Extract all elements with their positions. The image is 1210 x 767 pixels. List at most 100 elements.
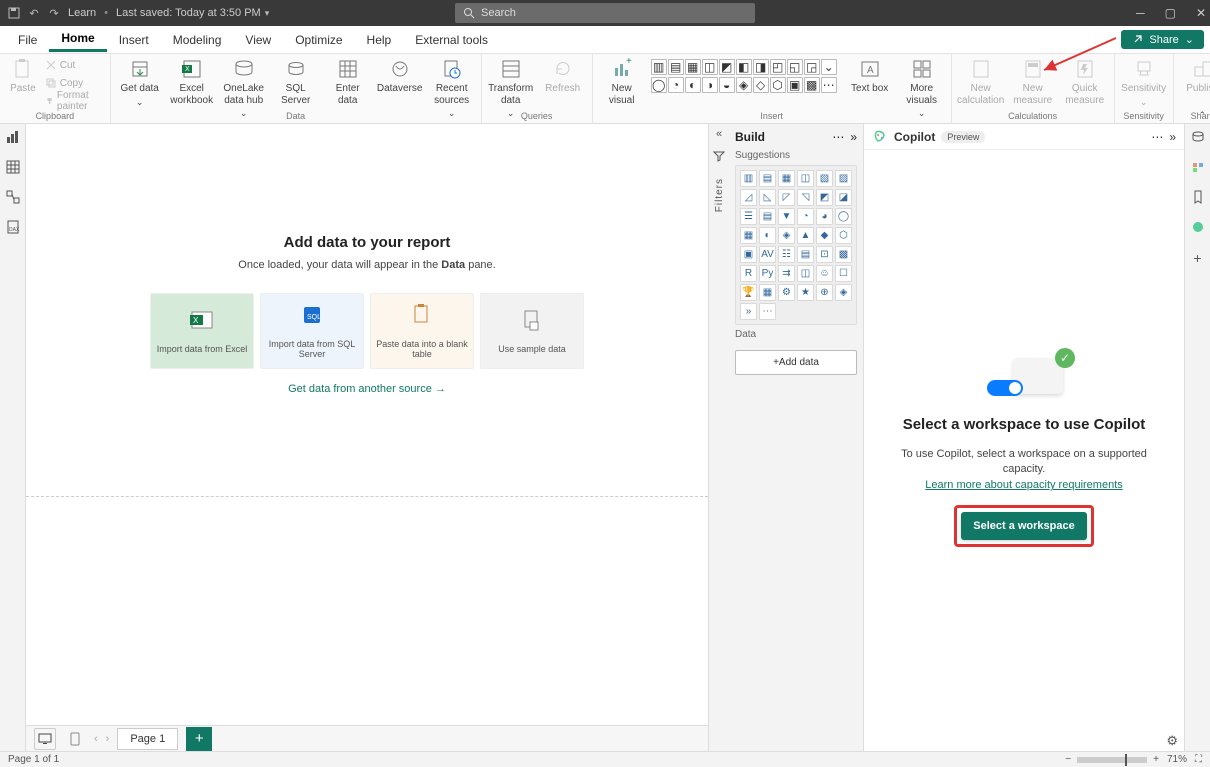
share-button[interactable]: Share ⌄ [1121, 30, 1204, 49]
view-rail: DAX [0, 124, 26, 751]
zoom-value: 71% [1167, 754, 1187, 765]
zoom-out-button[interactable]: − [1065, 754, 1071, 765]
fit-page-button[interactable]: ⛶ [1195, 754, 1202, 765]
filters-icon[interactable] [713, 150, 725, 162]
add-pane-icon[interactable]: + [1193, 250, 1201, 266]
filters-label[interactable]: Filters [714, 178, 725, 212]
bookmark-pane-icon[interactable] [1191, 190, 1205, 204]
model-view-icon[interactable] [6, 190, 20, 204]
expand-icon[interactable]: » [850, 130, 857, 144]
highlight-box: Select a workspace [954, 505, 1094, 547]
add-page-button[interactable]: + [186, 727, 212, 751]
more-icon[interactable]: ⋯ [1151, 130, 1163, 144]
menu-modeling[interactable]: Modeling [161, 29, 234, 51]
copilot-icon [872, 129, 888, 145]
viz-chart-icon[interactable]: ▥ [651, 59, 667, 75]
copilot-learn-link[interactable]: Learn more about capacity requirements [925, 479, 1123, 491]
more-icon[interactable]: ⋯ [832, 130, 844, 144]
last-saved-dropdown[interactable]: Last saved: Today at 3:50 PM [116, 7, 269, 19]
get-data-icon [127, 57, 153, 81]
select-workspace-button[interactable]: Select a workspace [961, 512, 1087, 540]
paste-icon [410, 303, 434, 327]
new-measure-button[interactable]: New measure [1010, 57, 1056, 106]
more-visuals-icon [909, 57, 935, 81]
new-calculation-button[interactable]: New calculation [958, 57, 1004, 106]
copilot-pane-icon[interactable] [1191, 220, 1205, 234]
sql-server-button[interactable]: SQL Server [273, 57, 319, 106]
gear-icon[interactable]: ⚙ [1166, 733, 1178, 749]
search-box[interactable]: Search [455, 3, 755, 23]
next-page-button[interactable]: › [106, 733, 110, 745]
copilot-heading: Select a workspace to use Copilot [903, 416, 1146, 433]
dax-view-icon[interactable]: DAX [6, 220, 20, 234]
transform-data-button[interactable]: Transform data⌄ [488, 57, 534, 118]
viz-col-chart-icon[interactable]: ▥ [740, 170, 757, 187]
card-import-sql[interactable]: SQL Import data from SQL Server [260, 293, 364, 369]
visual-gallery[interactable]: ▥▤▦◫◩◧◨◰◱◲⌄ ◯◔◐◑◒◈◇⬡▣▩⋯ [651, 57, 841, 94]
ribbon-label-insert: Insert [599, 111, 945, 123]
close-button[interactable]: ✕ [1196, 6, 1206, 20]
title-bar: ↶ ↷ Learn • Last saved: Today at 3:50 PM… [0, 0, 1210, 26]
card-import-excel[interactable]: X Import data from Excel [150, 293, 254, 369]
menu-bar: File Home Insert Modeling View Optimize … [0, 26, 1210, 54]
redo-icon[interactable]: ↷ [48, 7, 60, 19]
text-box-button[interactable]: AText box [847, 57, 893, 95]
copy-button[interactable]: Copy [46, 75, 104, 91]
recent-sources-button[interactable]: Recent sources⌄ [429, 57, 475, 118]
empty-state-subtitle: Once loaded, your data will appear in th… [26, 259, 708, 271]
zoom-in-button[interactable]: + [1153, 754, 1159, 765]
quick-measure-button[interactable]: Quick measure [1062, 57, 1108, 106]
copilot-description: To use Copilot, select a workspace on a … [884, 447, 1164, 478]
undo-icon[interactable]: ↶ [28, 7, 40, 19]
publish-button[interactable]: Publish [1180, 57, 1210, 95]
prev-page-button[interactable]: ‹ [94, 733, 98, 745]
collapse-ribbon-icon[interactable]: ⌃ [1198, 110, 1206, 121]
menu-optimize[interactable]: Optimize [283, 29, 354, 51]
another-source-link[interactable]: Get data from another source → [26, 383, 708, 395]
menu-insert[interactable]: Insert [107, 29, 161, 51]
sql-icon: SQL [300, 303, 324, 327]
card-sample-data[interactable]: Use sample data [480, 293, 584, 369]
menu-file[interactable]: File [6, 29, 49, 51]
minimize-button[interactable]: ─ [1136, 6, 1145, 20]
mobile-layout-button[interactable] [64, 728, 86, 750]
excel-workbook-button[interactable]: XExcel workbook [169, 57, 215, 106]
copy-icon [46, 78, 56, 88]
maximize-button[interactable]: ▢ [1165, 6, 1176, 20]
sensitivity-button[interactable]: Sensitivity⌄ [1121, 57, 1167, 107]
document-title: Learn [68, 7, 96, 19]
new-visual-button[interactable]: +New visual [599, 57, 645, 106]
get-data-button[interactable]: Get data⌄ [117, 57, 163, 107]
format-pane-icon[interactable] [1191, 160, 1205, 174]
cut-button[interactable]: Cut [46, 57, 104, 73]
expand-icon[interactable]: » [1169, 130, 1176, 144]
desktop-layout-button[interactable] [34, 728, 56, 750]
refresh-button[interactable]: Refresh [540, 57, 586, 95]
suggestions-heading: Suggestions [735, 150, 857, 161]
report-view-icon[interactable] [6, 130, 20, 144]
save-icon[interactable] [8, 7, 20, 19]
data-pane-icon[interactable] [1191, 130, 1205, 144]
menu-view[interactable]: View [233, 29, 283, 51]
paste-button[interactable]: Paste [6, 57, 40, 95]
zoom-slider[interactable] [1077, 757, 1147, 763]
transform-icon [498, 57, 524, 81]
enter-data-button[interactable]: Enter data [325, 57, 371, 106]
add-data-button[interactable]: +Add data [735, 350, 857, 375]
calc-icon [968, 57, 994, 81]
sample-icon [520, 308, 544, 332]
more-visuals-button[interactable]: More visuals⌄ [899, 57, 945, 118]
chevron-down-icon: ⌄ [1185, 33, 1194, 46]
dataverse-button[interactable]: Dataverse [377, 57, 423, 95]
menu-home[interactable]: Home [49, 27, 106, 52]
svg-text:SQL: SQL [307, 314, 321, 321]
table-view-icon[interactable] [6, 160, 20, 174]
page-tab[interactable]: Page 1 [117, 728, 178, 750]
card-paste-data[interactable]: Paste data into a blank table [370, 293, 474, 369]
enter-data-icon [335, 57, 361, 81]
menu-external-tools[interactable]: External tools [403, 29, 500, 51]
format-painter-button[interactable]: Format painter [46, 93, 104, 109]
collapse-build-icon[interactable]: « [716, 128, 722, 140]
menu-help[interactable]: Help [355, 29, 404, 51]
onelake-button[interactable]: OneLake data hub⌄ [221, 57, 267, 118]
